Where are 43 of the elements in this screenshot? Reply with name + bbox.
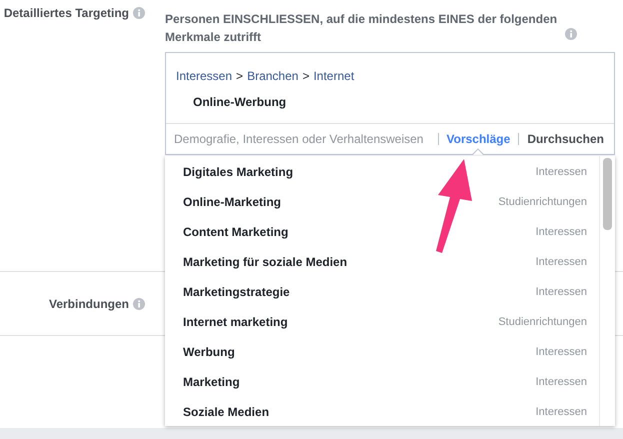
- suggestion-item[interactable]: Marketing für soziale Medien Interessen: [165, 247, 599, 277]
- tab[interactable]: Durchsuchen: [525, 132, 606, 146]
- suggestion-category: Interessen: [536, 256, 587, 268]
- suggestion-name: Marketing für soziale Medien: [183, 255, 348, 269]
- suggestion-name: Online-Marketing: [183, 195, 282, 209]
- tab[interactable]: Vorschläge: [444, 132, 512, 146]
- suggestion-name: Soziale Medien: [183, 405, 270, 419]
- suggestion-category: Interessen: [536, 406, 587, 418]
- suggestion-item[interactable]: Internet marketing Studienrichtungen: [165, 307, 599, 337]
- suggestion-category: Studienrichtungen: [498, 316, 587, 328]
- suggestion-category: Interessen: [536, 286, 587, 298]
- breadcrumb-link[interactable]: Interessen: [176, 69, 232, 83]
- suggestion-name: Werbung: [183, 345, 235, 359]
- suggestion-name: Marketing: [183, 375, 240, 389]
- suggestion-item[interactable]: Soziale Medien Interessen: [165, 397, 599, 427]
- suggestion-name: Marketingstrategie: [183, 285, 290, 299]
- suggestion-item[interactable]: Marketing Interessen: [165, 367, 599, 397]
- suggestion-name: Digitales Marketing: [183, 165, 294, 179]
- section-label: Verbindungen: [48, 296, 129, 310]
- suggestion-name: Content Marketing: [183, 225, 288, 239]
- suggestion-item[interactable]: Content Marketing Interessen: [165, 217, 599, 247]
- suggestion-category: Interessen: [536, 346, 587, 358]
- suggestion-category: Studienrichtungen: [498, 196, 587, 208]
- suggestion-item[interactable]: Digitales Marketing Interessen: [165, 157, 599, 187]
- suggestion-category: Interessen: [536, 376, 587, 388]
- breadcrumb-link[interactable]: Internet: [313, 69, 354, 83]
- suggestion-item[interactable]: Online-Marketing Studienrichtungen: [165, 187, 599, 217]
- suggestion-name: Internet marketing: [183, 315, 288, 329]
- info-icon[interactable]: [565, 28, 577, 40]
- search-field[interactable]: Demografie, Interessen oder Verhaltensweisen: [174, 132, 432, 146]
- suggestion-item[interactable]: Marketingstrategie Interessen: [165, 277, 599, 307]
- breadcrumb-link[interactable]: Branchen: [247, 69, 298, 83]
- targeting-heading: Personen EINSCHLIESSEN, auf die mindestens EINES der folgenden Merkmale zutrifft: [165, 11, 558, 46]
- suggestion-category: Interessen: [536, 226, 587, 238]
- suggestion-item[interactable]: Werbung Interessen: [165, 337, 599, 367]
- scrollbar[interactable]: [599, 156, 615, 426]
- breadcrumb-separator: >: [236, 69, 244, 83]
- breadcrumb-separator: >: [302, 69, 310, 83]
- info-icon[interactable]: [133, 7, 145, 19]
- info-icon[interactable]: [133, 298, 145, 310]
- selected-interest: Online-Werbung: [192, 94, 288, 111]
- section-label: Detailliertes Targeting: [4, 6, 129, 20]
- suggestion-category: Interessen: [536, 166, 587, 178]
